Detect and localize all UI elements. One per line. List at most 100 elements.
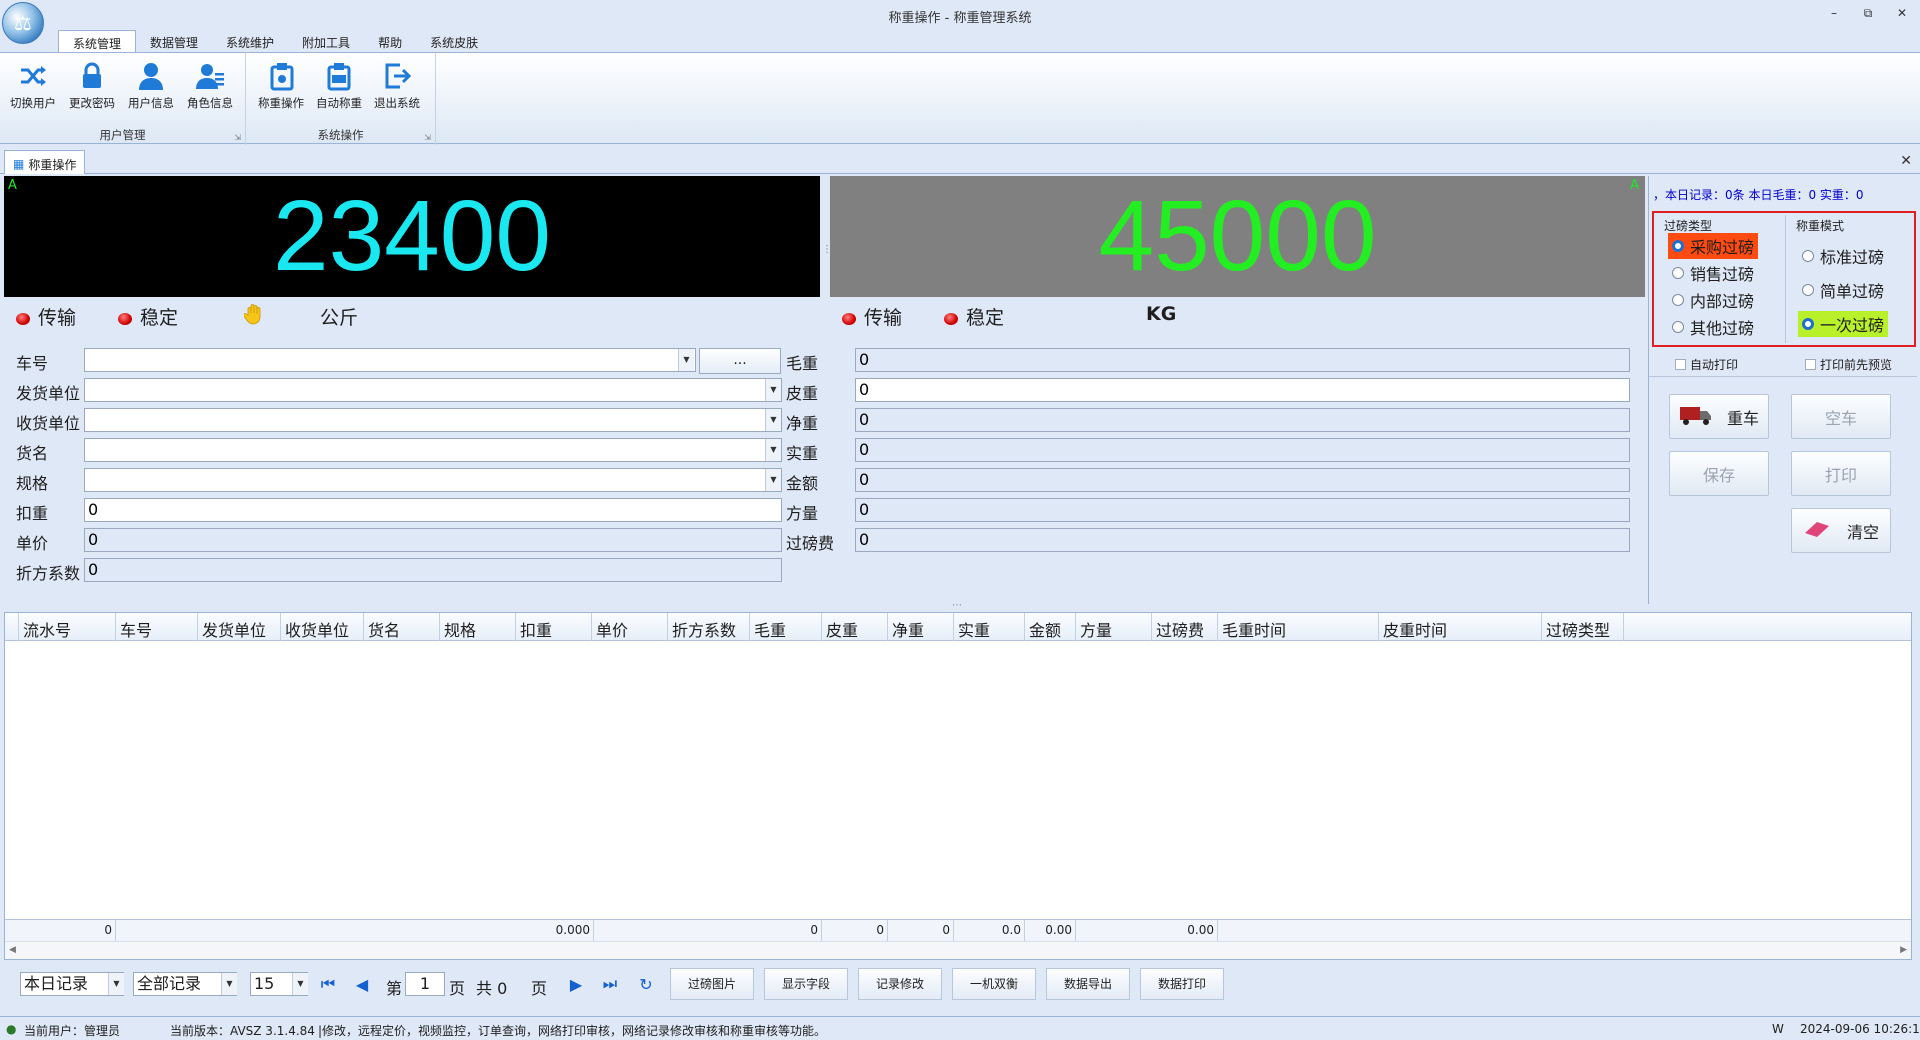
chevron-down-icon[interactable]: ▼	[221, 973, 237, 995]
checkbox-icon	[1805, 359, 1816, 370]
tab-help[interactable]: 帮助	[364, 30, 416, 52]
net-input[interactable]: 0	[855, 408, 1630, 432]
radio-label: 采购过磅	[1690, 238, 1755, 257]
radio-purchase[interactable]: 采购过磅	[1668, 233, 1759, 259]
column-header[interactable]: 货名	[364, 613, 440, 641]
column-header[interactable]: 规格	[440, 613, 516, 641]
group-expand-icon[interactable]: ⇲	[424, 133, 431, 142]
doc-tab-weighing[interactable]: ▦ 称重操作	[4, 150, 86, 174]
column-header[interactable]: 车号	[116, 613, 198, 641]
amount-input[interactable]: 0	[855, 468, 1630, 492]
column-header[interactable]: 发货单位	[198, 613, 281, 641]
column-header[interactable]: 过磅类型	[1542, 613, 1624, 641]
weighing-photo-button[interactable]: 过磅图片	[670, 968, 754, 1000]
gross-input[interactable]: 0	[855, 348, 1630, 372]
unit-price-input[interactable]: 0	[84, 528, 782, 552]
chevron-down-icon[interactable]: ▼	[765, 409, 781, 431]
receiver-combo[interactable]	[84, 408, 782, 432]
first-page-icon[interactable]: ⏮	[316, 971, 340, 997]
auto-weighing-button[interactable]: 自动称重	[310, 59, 368, 111]
chevron-down-icon[interactable]: ▼	[765, 469, 781, 491]
save-button[interactable]: 保存	[1669, 451, 1769, 496]
group-title: 称重模式	[1796, 219, 1845, 233]
role-info-button[interactable]: 角色信息	[181, 59, 239, 111]
horizontal-splitter[interactable]: ⋯	[952, 600, 962, 611]
tab-tools[interactable]: 附加工具	[288, 30, 364, 52]
user-info-button[interactable]: 用户信息	[122, 59, 180, 111]
column-header[interactable]: 毛重时间	[1218, 613, 1379, 641]
column-header[interactable]: 收货单位	[281, 613, 364, 641]
tab-system-management[interactable]: 系统管理	[58, 30, 137, 52]
close-tab-icon[interactable]: ✕	[1900, 153, 1912, 169]
fee-input[interactable]: 0	[855, 528, 1630, 552]
volume-input[interactable]: 0	[855, 498, 1630, 522]
prev-page-icon[interactable]: ◀	[350, 971, 374, 997]
page-number-input[interactable]: 1	[405, 972, 445, 996]
deduction-input[interactable]: 0	[84, 498, 782, 522]
clear-button[interactable]: 清空	[1791, 508, 1891, 553]
column-header[interactable]: 过磅费	[1152, 613, 1218, 641]
group-expand-icon[interactable]: ⇲	[234, 133, 241, 142]
minimize-icon[interactable]: –	[1824, 6, 1844, 21]
column-header[interactable]: 金额	[1025, 613, 1076, 641]
column-header[interactable]: 皮重	[822, 613, 888, 641]
restore-icon[interactable]: ⧉	[1858, 6, 1878, 21]
browse-button[interactable]: ...	[699, 348, 781, 374]
chevron-down-icon[interactable]: ▼	[765, 439, 781, 461]
change-password-button[interactable]: 更改密码	[63, 59, 121, 111]
chevron-down-icon[interactable]: ▼	[678, 349, 694, 371]
column-header[interactable]: 扣重	[516, 613, 592, 641]
stable-indicator: 稳定	[118, 303, 178, 330]
scale-logo-icon[interactable]: ⚖	[2, 2, 44, 44]
vehicle-no-combo[interactable]	[84, 348, 696, 372]
column-header[interactable]: 流水号	[19, 613, 116, 641]
horizontal-scrollbar[interactable]: ◀ ▶	[5, 941, 1911, 959]
column-header[interactable]: 方量	[1076, 613, 1152, 641]
heavy-truck-button[interactable]: 重车	[1669, 394, 1769, 439]
scale-display-2: A 45000	[830, 176, 1645, 297]
tab-data-management[interactable]: 数据管理	[136, 30, 212, 52]
print-button[interactable]: 打印	[1791, 451, 1891, 496]
radio-sales[interactable]: 销售过磅	[1668, 260, 1758, 286]
export-data-button[interactable]: 数据导出	[1046, 968, 1130, 1000]
next-page-icon[interactable]: ▶	[564, 971, 588, 997]
empty-truck-button[interactable]: 空车	[1791, 394, 1891, 439]
actual-weight-input[interactable]: 0	[855, 438, 1630, 462]
tare-input[interactable]: 0	[855, 378, 1630, 402]
radio-standard[interactable]: 标准过磅	[1798, 243, 1888, 269]
spec-combo[interactable]	[84, 468, 782, 492]
show-fields-button[interactable]: 显示字段	[764, 968, 848, 1000]
column-header[interactable]: 折方系数	[668, 613, 750, 641]
exit-system-button[interactable]: 退出系统	[368, 59, 426, 111]
last-page-icon[interactable]: ⏭	[598, 971, 622, 997]
conversion-input[interactable]: 0	[84, 558, 782, 582]
switch-user-button[interactable]: 切换用户	[4, 59, 62, 111]
print-data-button[interactable]: 数据打印	[1140, 968, 1224, 1000]
chevron-down-icon[interactable]: ▼	[765, 379, 781, 401]
column-header[interactable]: 单价	[592, 613, 668, 641]
scroll-right-icon[interactable]: ▶	[1900, 945, 1907, 955]
column-header[interactable]: 实重	[954, 613, 1025, 641]
auto-print-checkbox[interactable]: 自动打印	[1675, 356, 1738, 373]
chevron-down-icon[interactable]: ▼	[292, 973, 308, 995]
close-window-icon[interactable]: ✕	[1892, 6, 1912, 21]
weighing-button[interactable]: 称重操作	[252, 59, 310, 111]
column-header[interactable]: 净重	[888, 613, 954, 641]
radio-other[interactable]: 其他过磅	[1668, 314, 1758, 340]
dual-scale-button[interactable]: 一机双衡	[952, 968, 1036, 1000]
label-unit-price: 单价	[16, 534, 49, 553]
radio-once[interactable]: 一次过磅	[1798, 311, 1889, 337]
tab-system-maintenance[interactable]: 系统维护	[212, 30, 288, 52]
chevron-down-icon[interactable]: ▼	[108, 973, 124, 995]
column-header[interactable]: 皮重时间	[1379, 613, 1542, 641]
column-header[interactable]: 毛重	[750, 613, 822, 641]
scroll-left-icon[interactable]: ◀	[9, 945, 16, 955]
radio-simple[interactable]: 简单过磅	[1798, 277, 1888, 303]
tab-skin[interactable]: 系统皮肤	[416, 30, 492, 52]
refresh-icon[interactable]: ↻	[634, 971, 658, 997]
sender-combo[interactable]	[84, 378, 782, 402]
radio-internal[interactable]: 内部过磅	[1668, 287, 1758, 313]
goods-combo[interactable]	[84, 438, 782, 462]
edit-record-button[interactable]: 记录修改	[858, 968, 942, 1000]
print-preview-checkbox[interactable]: 打印前先预览	[1805, 356, 1892, 373]
